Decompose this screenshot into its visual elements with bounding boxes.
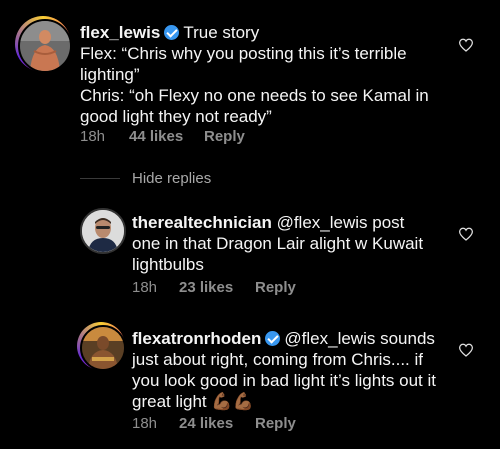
avatar-image-icon xyxy=(20,21,70,71)
avatar-image-icon xyxy=(82,327,124,369)
comment-text-line: you look good in bad light it’s lights o… xyxy=(132,371,436,390)
comment-body: therealtechnician @flex_lewis post one i… xyxy=(132,212,452,275)
timestamp: 18h xyxy=(80,128,106,145)
divider xyxy=(80,178,120,179)
comment-text-line: great light 💪🏾💪🏾 xyxy=(132,392,254,411)
comment-text-line: lighting” xyxy=(80,65,140,84)
avatar[interactable] xyxy=(18,19,72,73)
username[interactable]: flexatronrhoden xyxy=(132,329,261,348)
likes-count[interactable]: 23 likes xyxy=(179,279,255,296)
like-heart-icon[interactable] xyxy=(458,343,474,357)
like-heart-icon[interactable] xyxy=(458,227,474,241)
comment-text-line: @flex_lewis post xyxy=(276,213,405,232)
comment-text-line: Chris: “oh Flexy no one needs to see Kam… xyxy=(80,86,429,105)
hide-replies-button[interactable]: Hide replies xyxy=(132,170,211,187)
reply-button[interactable]: Reply xyxy=(255,279,296,296)
comment-text-line: just about right, coming from Chris.... … xyxy=(132,350,423,369)
reply-button[interactable]: Reply xyxy=(204,128,245,145)
timestamp: 18h xyxy=(132,415,158,432)
comment-text-line: Flex: “Chris why you posting this it’s t… xyxy=(80,44,407,63)
avatar-image-icon xyxy=(82,210,124,252)
comment-text-line: lightbulbs xyxy=(132,255,204,274)
comment-body: flex_lewis True story Flex: “Chris why yo… xyxy=(80,22,450,127)
comment-meta: 18h 44 likes Reply xyxy=(80,128,245,145)
hide-replies-row[interactable]: Hide replies xyxy=(80,170,211,187)
comment-body: flexatronrhoden @flex_lewis sounds just a… xyxy=(132,328,462,412)
username[interactable]: flex_lewis xyxy=(80,23,160,42)
comment-text-line: @flex_lewis sounds xyxy=(284,329,435,348)
likes-count[interactable]: 24 likes xyxy=(179,415,255,432)
comment-text-line: good light they not ready” xyxy=(80,107,272,126)
comment-text-line: one in that Dragon Lair alight w Kuwait xyxy=(132,234,424,253)
reply-button[interactable]: Reply xyxy=(255,415,296,432)
comment-meta: 18h 24 likes Reply xyxy=(132,415,296,432)
comment-meta: 18h 23 likes Reply xyxy=(132,279,296,296)
avatar[interactable] xyxy=(80,208,126,254)
verified-badge-icon xyxy=(164,25,180,40)
verified-badge-icon xyxy=(265,331,281,346)
comment-text-line: True story xyxy=(183,23,260,42)
likes-count[interactable]: 44 likes xyxy=(129,128,204,145)
username[interactable]: therealtechnician xyxy=(132,213,272,232)
avatar[interactable] xyxy=(80,325,126,371)
timestamp: 18h xyxy=(132,279,158,296)
like-heart-icon[interactable] xyxy=(458,38,474,52)
